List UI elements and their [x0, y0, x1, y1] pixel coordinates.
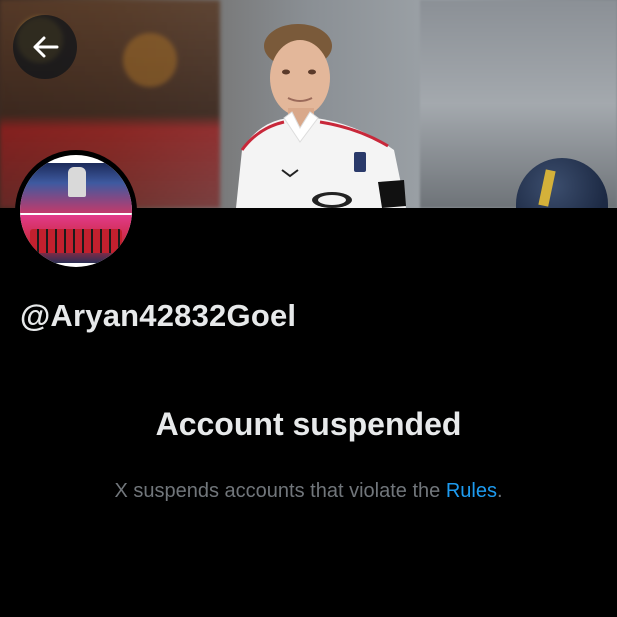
- suspension-message-text: X suspends accounts that violate the: [114, 480, 446, 502]
- suspension-title: Account suspended: [155, 406, 462, 442]
- avatar[interactable]: [15, 150, 137, 272]
- banner-player-photo: [236, 24, 406, 208]
- arrow-left-icon: [33, 36, 59, 58]
- back-button[interactable]: [13, 15, 77, 79]
- suspension-message-suffix: .: [496, 480, 503, 502]
- rules-link[interactable]: Rules: [446, 480, 497, 502]
- avatar-top-photo: [20, 163, 132, 213]
- profile-handle: @Aryan42832Goel: [20, 298, 297, 333]
- team-group-image: [30, 229, 122, 253]
- trophy-icon: [68, 167, 86, 197]
- avatar-image: [20, 155, 132, 267]
- suspension-message: X suspends accounts that violate the Rul…: [0, 480, 617, 503]
- avatar-bottom-photo: [20, 215, 132, 263]
